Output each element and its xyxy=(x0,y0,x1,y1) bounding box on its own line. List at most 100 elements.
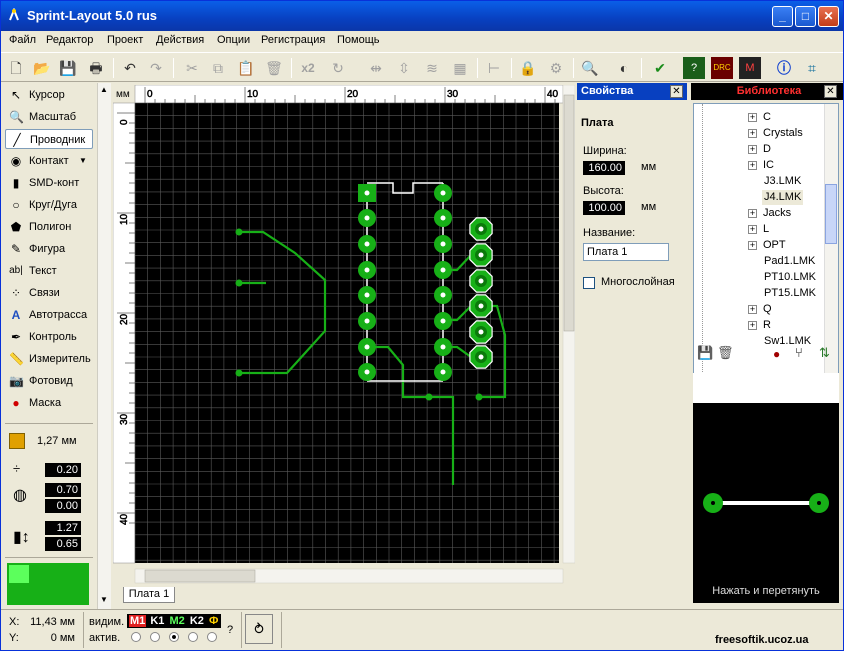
transparency-icon[interactable]: ◐ xyxy=(613,57,635,79)
swap-icon[interactable]: ⇅ xyxy=(819,345,830,361)
record-icon[interactable]: ● xyxy=(773,347,780,361)
tree-item[interactable]: + C xyxy=(748,110,771,125)
lock-icon[interactable]: 🔒 xyxy=(517,57,539,79)
horizontal-scroll-thumb[interactable] xyxy=(144,569,256,583)
tree-item[interactable]: Sw1.LMK xyxy=(764,334,811,349)
tree-item[interactable]: + IC xyxy=(748,158,774,173)
layer-f[interactable]: Ф xyxy=(208,615,219,627)
layer-k1[interactable]: K1 xyxy=(149,615,165,627)
radio-m2[interactable] xyxy=(169,632,180,642)
crop-icon[interactable]: ⌗ xyxy=(801,57,823,79)
tree-item[interactable]: Pad1.LMK xyxy=(764,254,815,269)
group-icon[interactable]: ▦ xyxy=(449,57,471,79)
drc-icon[interactable]: DRC xyxy=(711,57,733,79)
rotate-icon[interactable]: ↻ xyxy=(327,57,349,79)
save-icon[interactable]: 💾 xyxy=(57,57,79,79)
duplicate-button[interactable]: x2 xyxy=(297,57,319,79)
filter-icon[interactable]: ⑂ xyxy=(795,345,803,360)
tree-item[interactable]: PT15.LMK xyxy=(764,286,816,301)
macro-icon[interactable]: M xyxy=(739,57,761,79)
grid-icon[interactable] xyxy=(9,433,25,449)
tool-measure[interactable]: 📏 Измеритель xyxy=(5,349,93,369)
board-width-field[interactable]: 160.00 xyxy=(583,161,625,175)
close-library-icon[interactable]: ✕ xyxy=(824,85,837,98)
info-icon[interactable]: ⓘ xyxy=(773,57,795,79)
board-height-field[interactable]: 100.00 xyxy=(583,201,625,215)
menu-edit[interactable]: Редактор xyxy=(46,34,93,46)
menu-actions[interactable]: Действия xyxy=(156,34,204,46)
menu-registration[interactable]: Регистрация xyxy=(261,34,325,46)
library-preview[interactable]: Нажать и перетянуть xyxy=(693,403,839,603)
snap-icon[interactable]: ⊢ xyxy=(483,57,505,79)
scroll-up-icon[interactable]: ▲ xyxy=(100,85,108,94)
maximize-button[interactable]: □ xyxy=(795,6,816,27)
minimize-button[interactable]: _ xyxy=(772,6,793,27)
layer-m1[interactable]: M1 xyxy=(129,615,147,627)
menu-file[interactable]: Файл xyxy=(9,34,36,46)
tree-item[interactable]: + R xyxy=(748,318,771,333)
layer-m2[interactable]: M2 xyxy=(168,615,185,627)
radio-k1[interactable] xyxy=(150,632,161,642)
track-width-field[interactable]: 0.20 xyxy=(45,463,81,477)
new-file-icon[interactable]: 🗋 xyxy=(5,57,27,79)
tool-photoview[interactable]: 📷 Фотовид xyxy=(5,371,93,391)
close-properties-icon[interactable]: ✕ xyxy=(670,85,683,98)
tree-item[interactable]: + D xyxy=(748,142,771,157)
smd-width-field[interactable]: 1.27 xyxy=(45,521,81,535)
left-panel-scrollbar[interactable]: ▲ ▼ xyxy=(97,83,111,609)
open-folder-icon[interactable]: 📂 xyxy=(31,57,53,79)
tool-cursor[interactable]: ↖ Курсор xyxy=(5,85,93,105)
board-name-field[interactable]: Плата 1 xyxy=(583,243,669,261)
pcb-editor[interactable]: 0 10 20 30 40 0 10 20 30 40 мм xyxy=(112,84,576,585)
multilayer-checkbox[interactable] xyxy=(583,277,595,289)
tool-text[interactable]: ab| Текст xyxy=(5,261,93,281)
tool-track[interactable]: ╱ Проводник xyxy=(5,129,93,149)
tool-mask[interactable]: ● Маска xyxy=(5,393,93,413)
vertical-scroll-thumb[interactable] xyxy=(563,94,575,332)
align-icon[interactable]: ≋ xyxy=(421,57,443,79)
tree-item[interactable]: + Jacks xyxy=(748,206,791,221)
tool-smd[interactable]: ▮ SMD-конт xyxy=(5,173,93,193)
tab-board1[interactable]: Плата 1 xyxy=(123,587,175,603)
paste-icon[interactable]: 📋 xyxy=(235,57,257,79)
tree-item[interactable]: + L xyxy=(748,222,769,237)
delete-icon[interactable]: 🗑 xyxy=(263,57,285,79)
tree-item[interactable]: + OPT xyxy=(748,238,786,253)
grid-size-label[interactable]: 1,27 мм xyxy=(37,435,77,447)
print-icon[interactable]: 🖶 xyxy=(85,57,107,79)
scroll-down-icon[interactable]: ▼ xyxy=(100,595,108,604)
pad-inner-field[interactable]: 0.00 xyxy=(45,499,81,513)
library-scroll-thumb[interactable] xyxy=(825,184,837,244)
tree-item[interactable]: PT10.LMK xyxy=(764,270,816,285)
test-icon[interactable]: ✔ xyxy=(649,57,671,79)
tool-polygon[interactable]: ⬟ Полигон xyxy=(5,217,93,237)
tool-autoroute[interactable]: A Автотрасса xyxy=(5,305,93,325)
tree-item[interactable]: J3.LMK xyxy=(764,174,801,189)
tree-item-selected[interactable]: J4.LMK xyxy=(762,190,804,205)
tool-connections[interactable]: ⁘ Связи xyxy=(5,283,93,303)
unlock-icon[interactable]: ⚙ xyxy=(545,57,567,79)
copy-icon[interactable]: ⧉ xyxy=(207,57,229,79)
undo-icon[interactable]: ↶ xyxy=(119,57,141,79)
menu-project[interactable]: Проект xyxy=(107,34,143,46)
radio-k2[interactable] xyxy=(188,632,199,642)
tool-zoom[interactable]: 🔍 Масштаб xyxy=(5,107,93,127)
cut-icon[interactable]: ✂ xyxy=(181,57,203,79)
tree-item[interactable]: + Q xyxy=(748,302,772,317)
tool-check[interactable]: ✒ Контроль xyxy=(5,327,93,347)
save-library-icon[interactable]: 💾 xyxy=(697,345,713,361)
tool-circle[interactable]: ○ Круг/Дуга xyxy=(5,195,93,215)
magnifier-icon[interactable]: 🔍 xyxy=(579,57,601,79)
layer-toggles[interactable]: M1 K1 M2 K2 Ф xyxy=(127,614,222,628)
menu-options[interactable]: Опции xyxy=(217,34,250,46)
layer-k2[interactable]: K2 xyxy=(189,615,205,627)
close-button[interactable]: ✕ xyxy=(818,6,839,27)
tree-item[interactable]: + Crystals xyxy=(748,126,803,141)
info-check-icon[interactable]: ? xyxy=(683,57,705,79)
tool-shape[interactable]: ✎ Фигура xyxy=(5,239,93,259)
pcb-canvas[interactable]: 0 10 20 30 40 010203040 мм xyxy=(112,84,576,585)
active-layer-radios[interactable] xyxy=(131,632,218,645)
layer-color-swatch[interactable] xyxy=(7,563,89,605)
smd-height-field[interactable]: 0.65 xyxy=(45,537,81,551)
layer-help[interactable]: ? xyxy=(227,624,233,636)
